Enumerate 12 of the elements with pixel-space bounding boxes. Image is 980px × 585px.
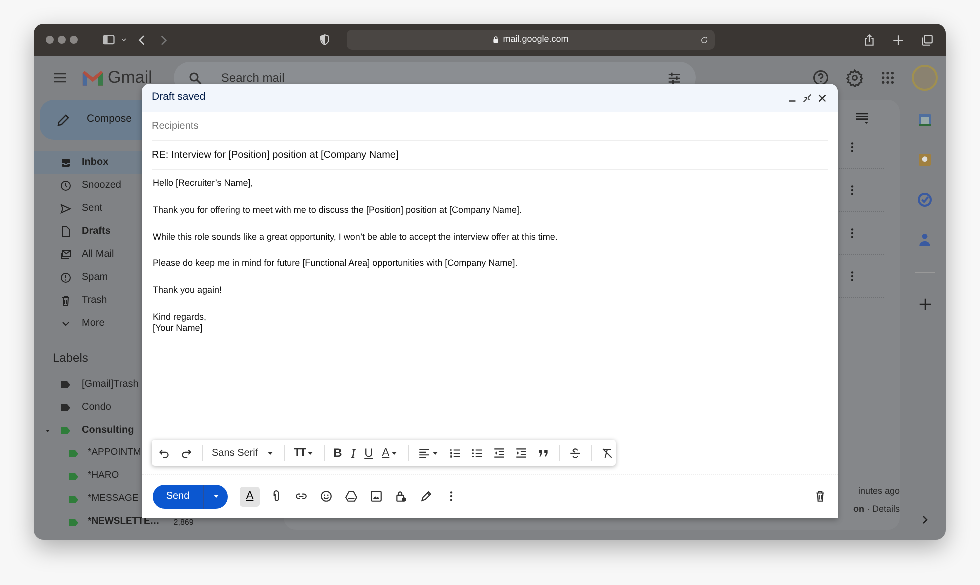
activity-time: inutes ago [857,485,900,498]
body-paragraph: Please do keep me in mind for future [Functional Area] opportunities with [Company Name]. [153,258,519,270]
body-paragraph: Thank you for offering to meet with me to discuss the [Position] position at [Company Name]. [153,204,524,216]
body-paragraph: Kind regards, [Your Name] [153,312,208,334]
product-name: Gmail [108,67,152,90]
unread-count: 2,869 [174,516,194,528]
activity-details: on · Details [852,502,900,516]
url-text: mail.google.com [503,33,569,46]
body-paragraph: While this role sounds like a great opportunity, I won’t be able to accept the interview offer at this time. [153,232,559,242]
labels-heading: Labels [52,350,90,367]
body-paragraph: Thank you again! [153,285,224,296]
body-paragraph: Hello [Recruiter’s Name], [153,178,254,189]
